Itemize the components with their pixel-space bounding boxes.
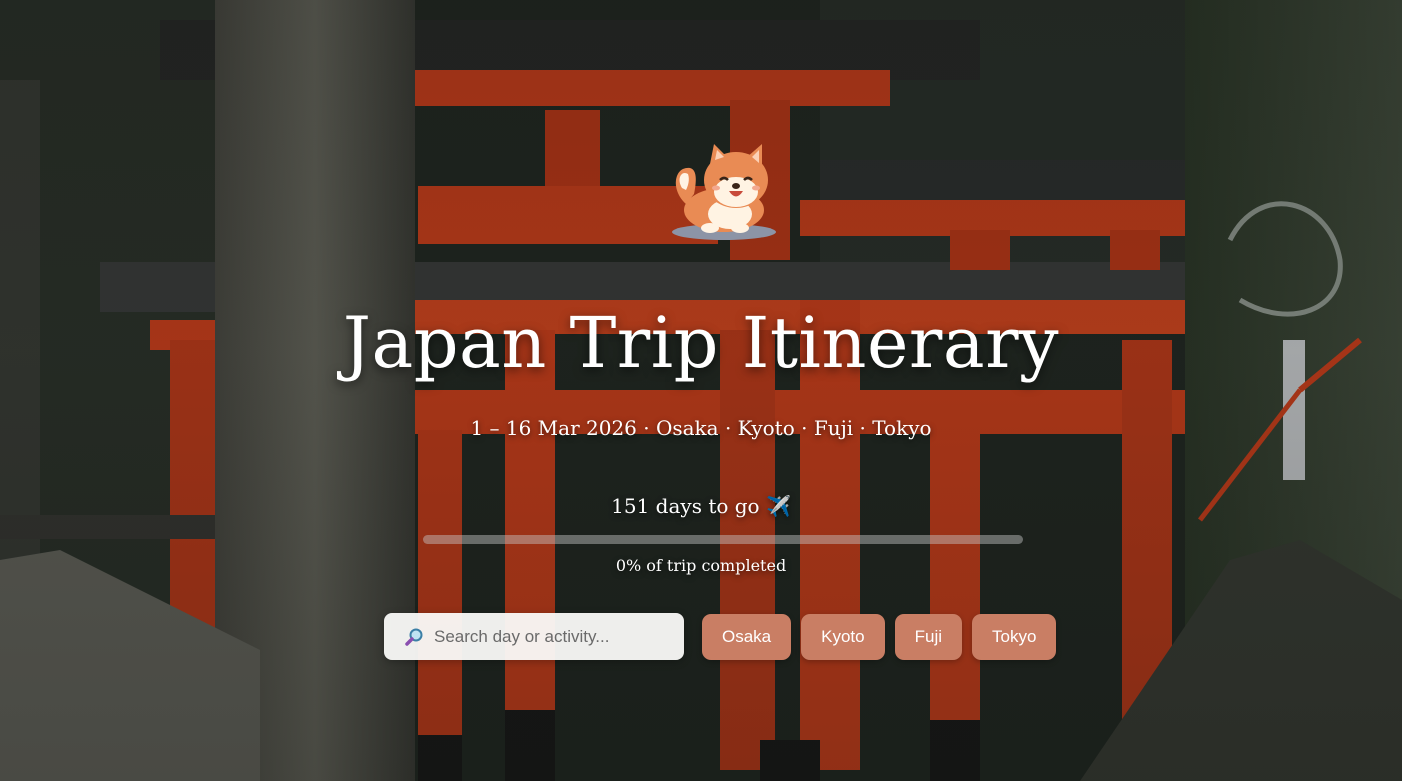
filter-chip-osaka[interactable]: Osaka [702, 613, 792, 660]
trip-progress-bar [423, 535, 1023, 544]
filter-chip-tokyo[interactable]: Tokyo [972, 613, 1057, 660]
magnifier-icon [405, 628, 423, 646]
hero-content: Japan Trip Itinerary 1 – 16 Mar 2026 · O… [0, 0, 1402, 781]
page-title: Japan Trip Itinerary [342, 302, 1060, 384]
search-box[interactable] [384, 613, 684, 660]
shiba-dog-icon [672, 144, 776, 240]
search-filter-bar: Osaka Kyoto Fuji Tokyo [384, 613, 1057, 660]
hero-section: Japan Trip Itinerary 1 – 16 Mar 2026 · O… [0, 0, 1402, 781]
search-input[interactable] [432, 625, 676, 648]
countdown-text: 151 days to go ✈️ [611, 494, 791, 518]
filter-chip-kyoto[interactable]: Kyoto [801, 613, 885, 660]
filter-chip-fuji[interactable]: Fuji [894, 613, 963, 660]
trip-progress-label: 0% of trip completed [615, 556, 787, 575]
trip-dates-subtitle: 1 – 16 Mar 2026 · Osaka · Kyoto · Fuji ·… [470, 416, 932, 440]
